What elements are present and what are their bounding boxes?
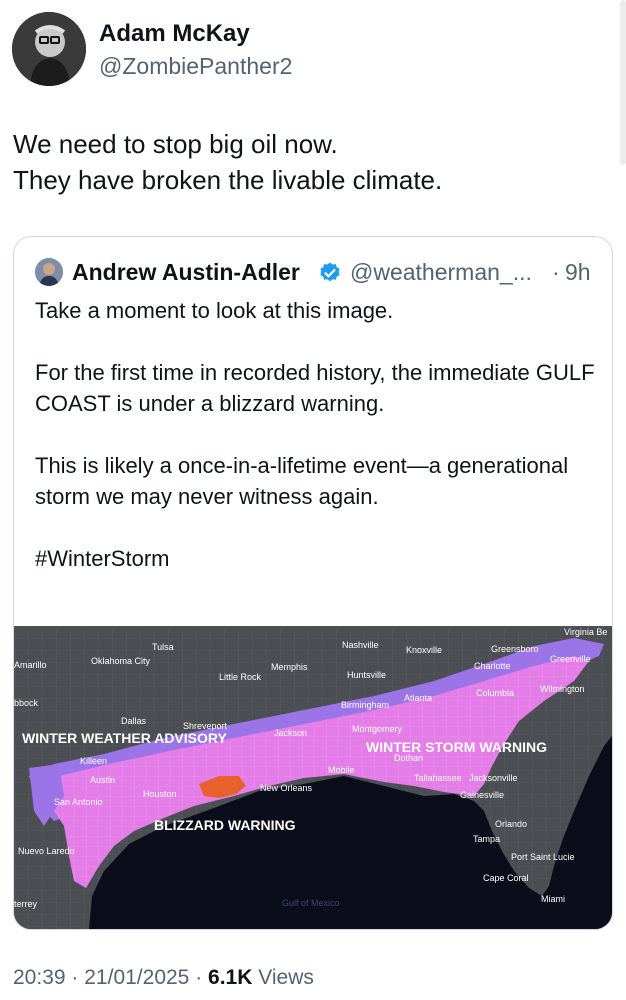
city-label: Tulsa	[152, 642, 174, 652]
city-label: Atlanta	[404, 693, 432, 703]
tweet-time[interactable]: 20:39	[13, 966, 66, 989]
city-label: Birmingham	[341, 700, 389, 710]
city-label: Tallahassee	[414, 773, 462, 783]
city-label: Gainesville	[460, 790, 504, 800]
city-label: Miami	[541, 894, 565, 904]
city-label: Wilmington	[540, 684, 585, 694]
views-label[interactable]: Views	[258, 966, 314, 989]
city-label: Columbia	[476, 688, 514, 698]
city-label: Killeen	[80, 756, 107, 766]
city-label: Dothan	[394, 753, 423, 763]
city-label: Dallas	[121, 716, 147, 726]
quoted-author-avatar[interactable]	[35, 258, 63, 286]
verified-badge-icon	[320, 262, 340, 282]
city-label: Knoxville	[406, 645, 442, 655]
city-label: Memphis	[271, 662, 308, 672]
city-label: Jacksonville	[469, 773, 518, 783]
blizzard-label: BLIZZARD WARNING	[154, 817, 296, 833]
separator-dot: ·	[71, 966, 79, 989]
city-label: Orlando	[495, 819, 527, 829]
quoted-author-name[interactable]: Andrew Austin-Adler	[72, 259, 300, 286]
city-label: Huntsville	[347, 670, 386, 680]
city-label: Amarillo	[14, 660, 47, 670]
quoted-author-handle[interactable]: @weatherman_...	[350, 259, 532, 286]
city-label: San Antonio	[54, 797, 103, 807]
weather-warning-map[interactable]: WINTER WEATHER ADVISORY WINTER STORM WAR…	[14, 626, 612, 929]
author-name[interactable]: Adam McKay	[99, 20, 250, 48]
hashtag-link[interactable]: #WinterStorm	[35, 543, 595, 574]
views-count[interactable]: 6.1K	[208, 966, 252, 989]
separator-dot: ·	[552, 259, 560, 285]
city-label: bbock	[14, 698, 39, 708]
author-avatar[interactable]	[12, 12, 86, 86]
quoted-tweet-card[interactable]: Andrew Austin-Adler @weatherman_... · 9h…	[13, 236, 613, 930]
city-label: Greensboro	[491, 644, 539, 654]
city-label: terrey	[14, 899, 38, 909]
city-label: New Orleans	[260, 783, 313, 793]
gulf-label: Gulf of Mexico	[282, 898, 340, 908]
city-label: Cape Coral	[483, 873, 529, 883]
city-label: Virginia Be	[564, 627, 607, 637]
city-label: Tampa	[473, 834, 500, 844]
city-label: Jackson	[274, 728, 307, 738]
city-label: Montgomery	[352, 724, 403, 734]
quoted-paragraph: For the first time in recorded history, …	[35, 360, 595, 416]
city-label: Shreveport	[183, 721, 228, 731]
quoted-paragraph: This is likely a once-in-a-lifetime even…	[35, 453, 569, 509]
city-label: Little Rock	[219, 672, 262, 682]
tweet-line: We need to stop big oil now.	[13, 129, 338, 159]
city-label: Nuevo Laredo	[18, 846, 75, 856]
advisory-label: WINTER WEATHER ADVISORY	[22, 730, 227, 746]
city-label: Nashville	[342, 640, 379, 650]
tweet-line: They have broken the livable climate.	[13, 165, 443, 195]
city-label: Oklahoma City	[91, 656, 151, 666]
city-label: Greenville	[550, 654, 591, 664]
quoted-timestamp[interactable]: 9h	[565, 259, 591, 286]
tweet-text: We need to stop big oil now. They have b…	[13, 126, 442, 198]
tweet-date[interactable]: 21/01/2025	[84, 966, 189, 989]
city-label: Houston	[143, 789, 177, 799]
city-label: Austin	[90, 775, 115, 785]
separator-dot: ·	[195, 966, 203, 989]
scrollbar[interactable]	[620, 0, 626, 165]
city-label: Port Saint Lucie	[511, 852, 575, 862]
tweet-metadata: 20:39 · 21/01/2025 · 6.1K Views	[13, 966, 314, 990]
city-label: Charlotte	[474, 661, 511, 671]
quoted-paragraph: Take a moment to look at this image.	[35, 298, 394, 323]
quoted-tweet-text: Take a moment to look at this image. For…	[35, 295, 595, 574]
city-label: Mobile	[328, 765, 355, 775]
author-handle[interactable]: @ZombiePanther2	[99, 53, 292, 80]
